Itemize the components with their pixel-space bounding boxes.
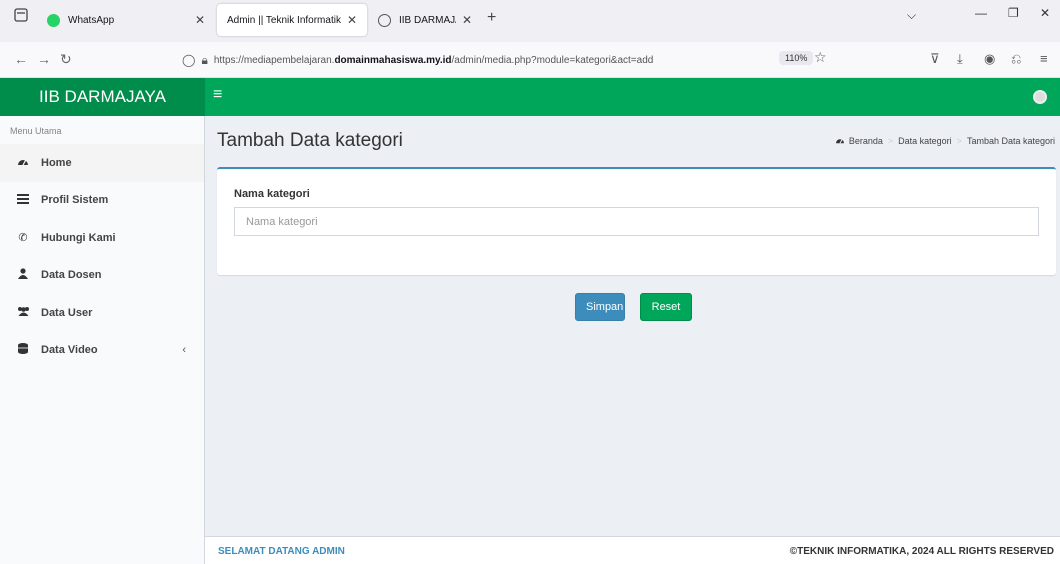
main-content: Tambah Data kategori Beranda > Data kate… <box>205 116 1060 536</box>
sidebar-item-data-dosen[interactable]: Data Dosen <box>0 257 204 295</box>
user-avatar-icon[interactable] <box>1033 90 1047 104</box>
chevron-left-icon[interactable]: ‹ <box>182 344 186 356</box>
browser-nav-bar: ← → ↻ ◯ 🔒︎ https://mediapembelajaran.dom… <box>0 42 1060 78</box>
form-box: Nama kategori <box>217 167 1056 275</box>
download-icon[interactable]: ⤓ <box>957 51 963 67</box>
whatsapp-icon <box>47 13 60 27</box>
sidebar-item-label: Profil Sistem <box>41 194 109 207</box>
phone-icon: ✆ <box>18 232 28 245</box>
sidebar-toggle-icon[interactable]: ≡ <box>213 86 222 104</box>
sidebar-item-label: Hubungi Kami <box>41 231 116 244</box>
page-title: Tambah Data kategori <box>217 130 403 151</box>
reset-button[interactable]: Reset <box>640 293 692 321</box>
pocket-icon[interactable]: ⊽ <box>930 51 940 67</box>
tab-overflow-chevron-icon[interactable]: ⌵ <box>907 8 916 23</box>
tab-whatsapp[interactable]: WhatsApp ✕ <box>37 4 215 36</box>
breadcrumb-beranda[interactable]: Beranda <box>849 136 883 146</box>
forward-arrow-icon[interactable]: → <box>37 51 51 67</box>
sidebar: Menu Utama Home Profil Sistem ✆ Hubungi … <box>0 116 205 564</box>
user-icon <box>17 268 29 282</box>
new-tab-button[interactable]: + <box>487 9 496 27</box>
sidebar-item-data-video[interactable]: Data Video ‹ <box>0 332 204 370</box>
list-icon <box>17 193 29 207</box>
sidebar-item-hubungi-kami[interactable]: ✆ Hubungi Kami <box>0 219 204 257</box>
footer: SELAMAT DATANG ADMIN ©TEKNIK INFORMATIKA… <box>205 536 1060 564</box>
breadcrumb-data-kategori[interactable]: Data kategori <box>898 136 952 146</box>
restore-icon[interactable]: ❐ <box>1008 6 1019 20</box>
close-icon[interactable]: ✕ <box>347 13 357 27</box>
account-icon[interactable]: ◉ <box>984 51 995 67</box>
tab-iib-darmajaya[interactable]: IIB DARMAJAYA ✕ <box>368 4 482 36</box>
url-text: https://mediapembelajaran.domainmahasisw… <box>213 54 654 66</box>
breadcrumb: Beranda > Data kategori > Tambah Data ka… <box>835 136 1055 146</box>
bookmark-star-icon[interactable]: ☆ <box>814 49 827 66</box>
tab-title: WhatsApp <box>68 14 115 26</box>
sidebar-item-label: Data Video <box>41 344 98 357</box>
dashboard-icon <box>17 156 29 169</box>
sidebar-item-label: Home <box>41 156 72 169</box>
back-arrow-icon[interactable]: ← <box>14 51 28 67</box>
nama-kategori-input[interactable] <box>234 207 1039 236</box>
sidebar-header: Menu Utama <box>0 116 204 144</box>
window-close-icon[interactable]: ✕ <box>1040 6 1050 20</box>
breadcrumb-separator: > <box>887 136 894 146</box>
close-icon[interactable]: ✕ <box>195 13 205 27</box>
minimize-icon[interactable]: — <box>975 6 987 20</box>
menu-icon[interactable]: ≡ <box>1040 51 1048 66</box>
zoom-level[interactable]: 110% <box>779 51 814 65</box>
breadcrumb-current: Tambah Data kategori <box>966 136 1055 146</box>
app-header: IIB DARMAJAYA ≡ <box>0 78 1060 116</box>
tab-title: IIB DARMAJAYA <box>399 14 456 26</box>
sidebar-item-label: Data Dosen <box>41 269 102 282</box>
sidebar-item-home[interactable]: Home <box>0 144 204 182</box>
tab-title: Admin || Teknik Informatika <box>227 14 341 26</box>
breadcrumb-separator: > <box>956 136 962 146</box>
simpan-button[interactable]: Simpan <box>575 293 625 321</box>
lock-icon[interactable]: 🔒︎ <box>201 53 207 68</box>
url-bar[interactable]: ◯ 🔒︎ https://mediapembelajaran.domainmah… <box>182 47 842 73</box>
sidebar-item-profil-sistem[interactable]: Profil Sistem <box>0 182 204 220</box>
users-icon <box>17 306 29 319</box>
app-logo[interactable]: IIB DARMAJAYA <box>0 78 205 116</box>
globe-icon <box>378 13 391 27</box>
extensions-icon[interactable]: ⎌ <box>1011 51 1021 67</box>
footer-welcome: SELAMAT DATANG ADMIN <box>218 546 345 557</box>
close-icon[interactable]: ✕ <box>462 13 472 27</box>
footer-copyright: ©TEKNIK INFORMATIKA, 2024 ALL RIGHTS RES… <box>789 546 1054 557</box>
sidebar-item-label: Data User <box>41 306 93 319</box>
nama-kategori-label: Nama kategori <box>234 188 310 200</box>
dashboard-icon <box>835 136 845 146</box>
tab-admin[interactable]: Admin || Teknik Informatika ✕ <box>217 4 367 36</box>
sidebar-item-data-user[interactable]: Data User <box>0 294 204 332</box>
browser-tab-bar: WhatsApp ✕ Admin || Teknik Informatika ✕… <box>0 0 1060 42</box>
tab-list-icon[interactable] <box>14 8 34 28</box>
database-icon <box>17 343 29 357</box>
shield-icon[interactable]: ◯ <box>182 53 195 67</box>
reload-icon[interactable]: ↻ <box>60 51 72 68</box>
